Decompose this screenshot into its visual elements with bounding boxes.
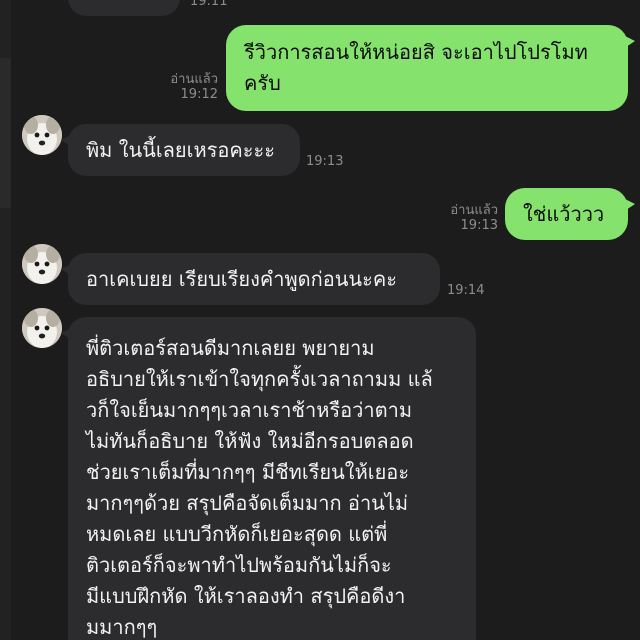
message-time: 19:13 bbox=[460, 218, 498, 233]
message-bubble-incoming[interactable]: พิม ในนี้เลยเหรอคะะะ bbox=[61, 124, 300, 176]
dog-avatar-icon bbox=[22, 244, 62, 284]
message-bubble-incoming[interactable]: พี่ติวเตอร์สอนดีมากเลยย พยายาม อธิบายให้… bbox=[61, 317, 476, 640]
message-meta: อ่านแล้ว 19:13 bbox=[430, 203, 498, 233]
message-bubble-outgoing[interactable]: ใช่แว้ววว bbox=[505, 188, 635, 240]
dog-avatar-icon bbox=[22, 308, 62, 348]
message-text: พิม ในนี้เลยเหรอคะะะ bbox=[86, 138, 276, 162]
message-time: 19:11 bbox=[190, 0, 228, 9]
left-panel-edge bbox=[0, 0, 11, 640]
read-receipt: อ่านแล้ว bbox=[450, 203, 498, 218]
avatar[interactable] bbox=[22, 244, 62, 284]
message-time: 19:12 bbox=[180, 87, 218, 102]
message-text: อาเคเบยย เรียบเรียงคำพูดก่อนนะคะ bbox=[86, 267, 397, 291]
message-bubble-partial[interactable] bbox=[68, 0, 180, 16]
message-time: 19:13 bbox=[306, 154, 344, 169]
message-meta: อ่านแล้ว 19:12 bbox=[150, 72, 218, 102]
message-bubble-incoming[interactable]: อาเคเบยย เรียบเรียงคำพูดก่อนนะคะ bbox=[61, 253, 440, 305]
avatar[interactable] bbox=[22, 308, 62, 348]
message-text: ใช่แว้ววว bbox=[523, 202, 605, 226]
message-bubble-outgoing[interactable]: รีวิวการสอนให้หน่อยสิ จะเอาไปโปรโมท ครับ bbox=[226, 25, 635, 111]
read-receipt: อ่านแล้ว bbox=[170, 72, 218, 87]
message-text: รีวิวการสอนให้หน่อยสิ จะเอาไปโปรโมท ครับ bbox=[244, 40, 588, 95]
avatar[interactable] bbox=[22, 115, 62, 155]
dog-avatar-icon bbox=[22, 115, 62, 155]
message-time: 19:14 bbox=[447, 283, 485, 298]
message-text: พี่ติวเตอร์สอนดีมากเลยย พยายาม อธิบายให้… bbox=[86, 336, 433, 639]
chat-screen: 19:11 อ่านแล้ว 19:12 รีวิวการสอนให้หน่อย… bbox=[0, 0, 640, 640]
